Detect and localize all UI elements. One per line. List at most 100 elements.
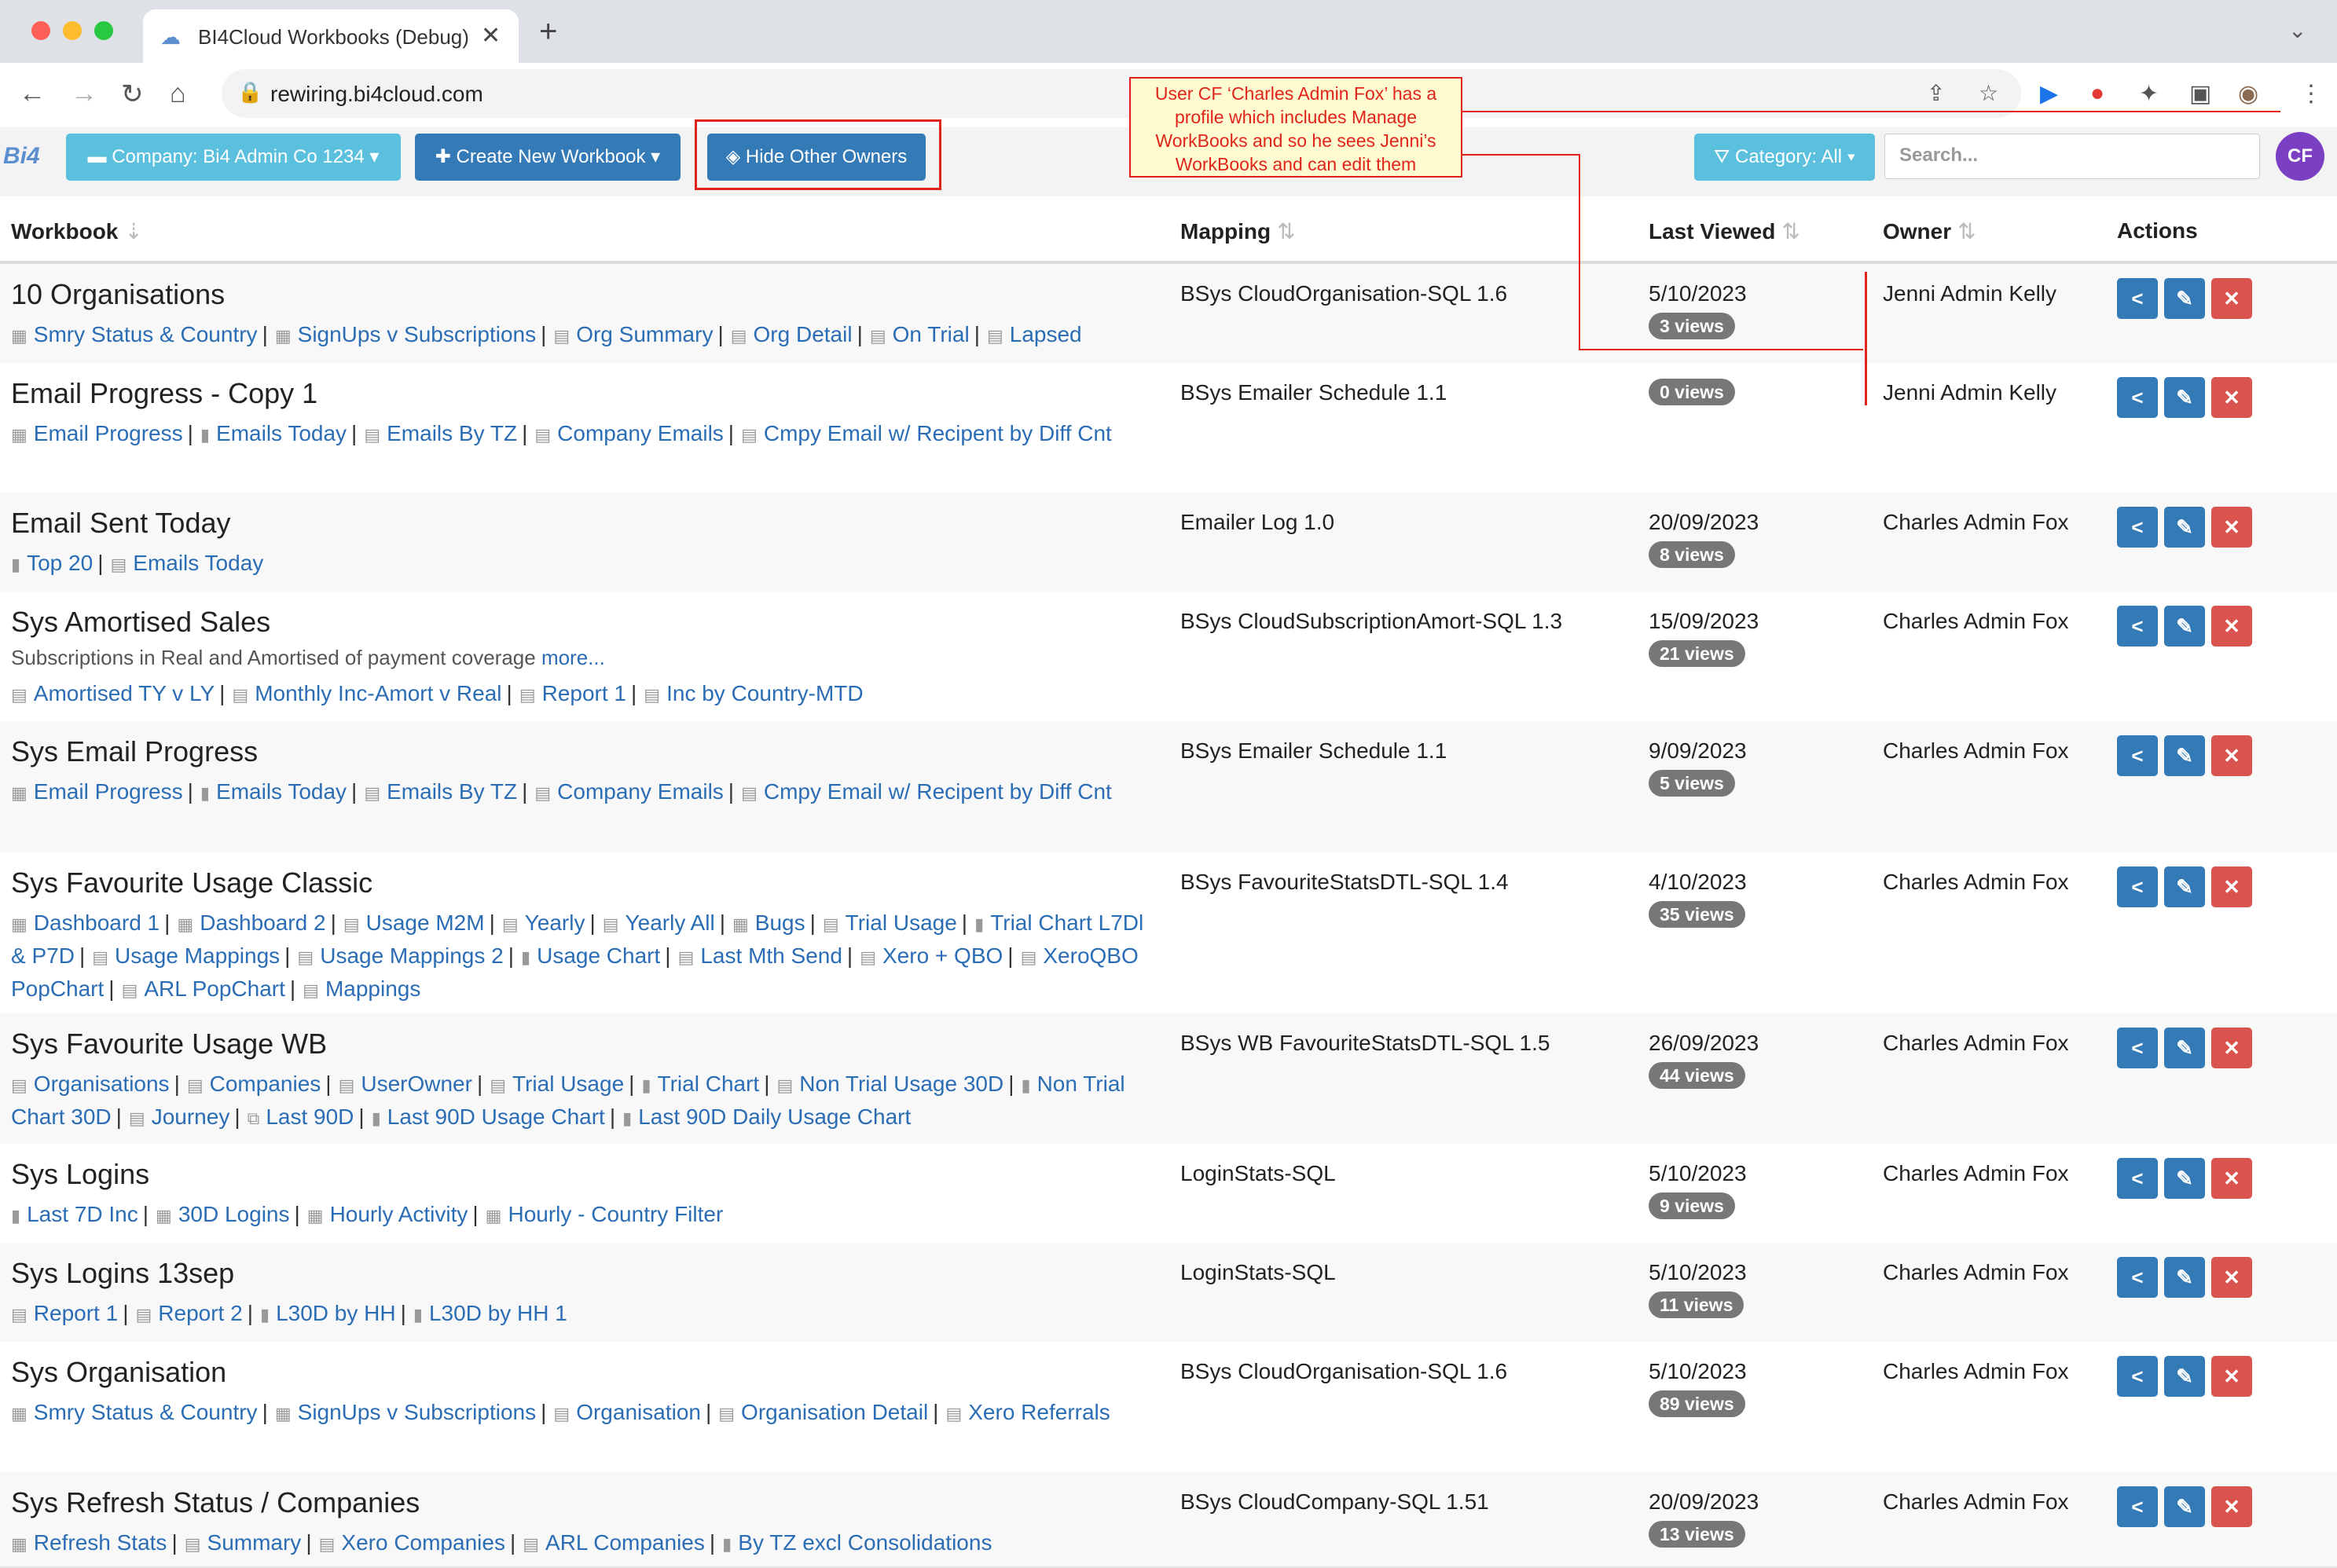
sheet-link[interactable]: ▤ Usage M2M — [343, 910, 485, 935]
chevron-down-icon[interactable]: ⌄ — [2288, 17, 2306, 43]
sheet-link[interactable]: ▮ Last 90D Usage Chart — [372, 1105, 605, 1129]
workbook-name[interactable]: Sys Amortised Sales — [11, 606, 270, 639]
share-button[interactable]: < — [2117, 1486, 2158, 1527]
workbook-name[interactable]: Sys Refresh Status / Companies — [11, 1486, 420, 1519]
column-header-last-viewed[interactable]: Last Viewed ⇅ — [1649, 218, 1800, 244]
sheet-link[interactable]: ▮ Last 90D Daily Usage Chart — [622, 1105, 911, 1129]
star-icon[interactable]: ☆ — [1979, 80, 1998, 106]
sheet-link[interactable]: ▤ Company Emails — [534, 779, 723, 804]
more-link[interactable]: more... — [541, 646, 605, 669]
edit-button[interactable]: ✎ — [2164, 278, 2205, 319]
share-icon[interactable]: ⇪ — [1927, 80, 1945, 106]
new-tab-icon[interactable]: + — [539, 14, 557, 49]
delete-button[interactable]: ✕ — [2211, 606, 2252, 647]
delete-button[interactable]: ✕ — [2211, 1356, 2252, 1397]
edit-button[interactable]: ✎ — [2164, 1356, 2205, 1397]
sheet-link[interactable]: ▮ L30D by HH 1 — [413, 1301, 567, 1325]
edit-button[interactable]: ✎ — [2164, 735, 2205, 776]
column-header-mapping[interactable]: Mapping ⇅ — [1180, 218, 1296, 244]
sheet-link[interactable]: ▦ Refresh Stats — [11, 1530, 167, 1555]
sheet-link[interactable]: ▤ Usage Mappings 2 — [297, 943, 503, 968]
workbook-name[interactable]: Sys Logins 13sep — [11, 1257, 234, 1290]
category-filter-dropdown[interactable]: ⛛ Category: All ▾ — [1694, 134, 1875, 181]
forward-icon[interactable]: → — [71, 79, 97, 109]
sheet-link[interactable]: ▤ Emails By TZ — [364, 421, 517, 445]
sheet-link[interactable]: ▤ Report 2 — [135, 1301, 242, 1325]
sheet-link[interactable]: ▤ Trial Usage — [823, 910, 957, 935]
sheet-link[interactable]: ▤ Cmpy Email w/ Recipent by Diff Cnt — [741, 421, 1112, 445]
minimize-window-button[interactable] — [63, 21, 82, 40]
sheet-link[interactable]: ▤ Yearly — [502, 910, 585, 935]
close-tab-icon[interactable]: ✕ — [481, 22, 501, 49]
workbook-name[interactable]: Email Sent Today — [11, 507, 231, 540]
sheet-link[interactable]: ▦ Dashboard 2 — [177, 910, 325, 935]
create-workbook-button[interactable]: ✚ Create New Workbook ▾ — [415, 134, 681, 181]
sheet-link[interactable]: ▮ Last 7D Inc — [11, 1202, 138, 1226]
sheet-link[interactable]: ▤ ARL Companies — [523, 1530, 705, 1555]
sheet-link[interactable]: ▦ 30D Logins — [156, 1202, 289, 1226]
sheet-link[interactable]: ▦ Email Progress — [11, 421, 183, 445]
sheet-link[interactable]: ▤ UserOwner — [339, 1072, 472, 1096]
workbook-name[interactable]: Email Progress - Copy 1 — [11, 377, 317, 410]
edit-button[interactable]: ✎ — [2164, 1028, 2205, 1068]
sheet-link[interactable]: ▤ Summary — [185, 1530, 302, 1555]
share-button[interactable]: < — [2117, 1028, 2158, 1068]
close-window-button[interactable] — [31, 21, 50, 40]
sheet-link[interactable]: ▮ Trial Chart — [641, 1072, 759, 1096]
share-button[interactable]: < — [2117, 735, 2158, 776]
share-button[interactable]: < — [2117, 606, 2158, 647]
sheet-link[interactable]: ▮ By TZ excl Consolidations — [722, 1530, 992, 1555]
sheet-link[interactable]: ▤ Xero Referrals — [945, 1400, 1110, 1424]
sheet-link[interactable]: ▤ Mappings — [303, 976, 420, 1001]
workbook-name[interactable]: Sys Email Progress — [11, 735, 258, 768]
sheet-link[interactable]: ▤ Organisation — [553, 1400, 701, 1424]
sheet-link[interactable]: ▤ Organisations — [11, 1072, 170, 1096]
share-button[interactable]: < — [2117, 278, 2158, 319]
edit-button[interactable]: ✎ — [2164, 606, 2205, 647]
sheet-link[interactable]: ▮ L30D by HH — [260, 1301, 396, 1325]
delete-button[interactable]: ✕ — [2211, 735, 2252, 776]
avatar[interactable]: CF — [2276, 132, 2324, 181]
sheet-link[interactable]: ▤ Cmpy Email w/ Recipent by Diff Cnt — [741, 779, 1112, 804]
sheet-link[interactable]: ▮ Emails Today — [200, 779, 347, 804]
sheet-link[interactable]: ▤ Company Emails — [534, 421, 723, 445]
sheet-link[interactable]: ▤ Monthly Inc-Amort v Real — [232, 681, 501, 705]
sheet-link[interactable]: ▮ Top 20 — [11, 551, 93, 575]
workbook-name[interactable]: Sys Favourite Usage Classic — [11, 866, 372, 899]
sheet-link[interactable]: ▤ Lapsed — [987, 322, 1082, 346]
extension-icon[interactable]: ● — [2090, 80, 2104, 107]
sidepanel-icon[interactable]: ▣ — [2189, 80, 2211, 108]
sheet-link[interactable]: ▤ Report 1 — [11, 1301, 118, 1325]
column-header-workbook[interactable]: Workbook ⇣ — [11, 218, 143, 244]
workbook-name[interactable]: Sys Logins — [11, 1158, 149, 1191]
sheet-link[interactable]: ⧉ Last 90D — [248, 1105, 354, 1129]
sheet-link[interactable]: ▤ Amortised TY v LY — [11, 681, 215, 705]
sheet-link[interactable]: ▦ Hourly Activity — [307, 1202, 468, 1226]
column-header-owner[interactable]: Owner ⇅ — [1883, 218, 1976, 244]
sheet-link[interactable]: ▤ Usage Mappings — [92, 943, 280, 968]
sheet-link[interactable]: ▤ Last Mth Send — [678, 943, 842, 968]
workbook-name[interactable]: Sys Organisation — [11, 1356, 226, 1389]
puzzle-icon[interactable]: ✦ — [2139, 80, 2159, 108]
home-icon[interactable]: ⌂ — [170, 79, 186, 109]
sheet-link[interactable]: ▤ Inc by Country-MTD — [644, 681, 863, 705]
workbook-name[interactable]: 10 Organisations — [11, 278, 225, 311]
sheet-link[interactable]: ▤ Journey — [129, 1105, 229, 1129]
share-button[interactable]: < — [2117, 866, 2158, 907]
sheet-link[interactable]: ▦ Bugs — [732, 910, 805, 935]
edit-button[interactable]: ✎ — [2164, 1486, 2205, 1527]
delete-button[interactable]: ✕ — [2211, 377, 2252, 418]
sheet-link[interactable]: ▮ Emails Today — [200, 421, 347, 445]
share-button[interactable]: < — [2117, 1257, 2158, 1298]
sheet-link[interactable]: ▦ Dashboard 1 — [11, 910, 160, 935]
edit-button[interactable]: ✎ — [2164, 507, 2205, 548]
share-button[interactable]: < — [2117, 1356, 2158, 1397]
sheet-link[interactable]: ▤ ARL PopChart — [122, 976, 285, 1001]
menu-icon[interactable]: ⋮ — [2299, 80, 2323, 108]
reload-icon[interactable]: ↻ — [121, 79, 144, 110]
edit-button[interactable]: ✎ — [2164, 866, 2205, 907]
back-icon[interactable]: ← — [19, 79, 46, 109]
sheet-link[interactable]: ▦ SignUps v Subscriptions — [275, 1400, 536, 1424]
sheet-link[interactable]: ▤ On Trial — [870, 322, 970, 346]
sheet-link[interactable]: ▤ Org Detail — [731, 322, 853, 346]
